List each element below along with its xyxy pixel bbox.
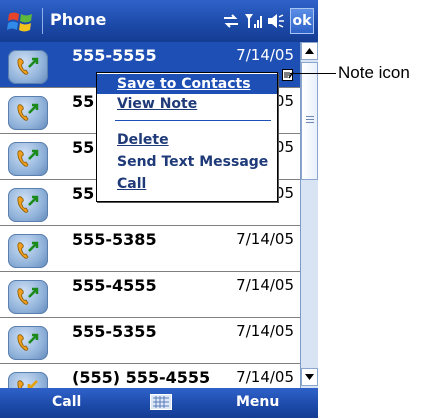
- call-date: 7/14/05: [236, 230, 294, 248]
- grip-line: [306, 116, 314, 117]
- outgoing-call-icon: [8, 96, 48, 130]
- menu-item-call[interactable]: Call: [97, 174, 277, 194]
- menu-item-save-to-contacts[interactable]: Save to Contacts: [97, 74, 277, 94]
- left-softkey-call[interactable]: Call: [52, 394, 81, 410]
- outgoing-call-icon: [8, 326, 48, 360]
- menu-item-send-text-message[interactable]: Send Text Message: [97, 152, 277, 172]
- menu-item-label: Call: [117, 176, 147, 192]
- outgoing-call-icon: [8, 188, 48, 222]
- connectivity-icon[interactable]: [222, 12, 240, 34]
- signal-icon[interactable]: [244, 12, 264, 34]
- call-date: 7/14/05: [236, 322, 294, 340]
- scroll-up-button[interactable]: [301, 42, 318, 60]
- callout-label: Note icon: [338, 63, 410, 82]
- scroll-down-button[interactable]: [301, 368, 318, 386]
- volume-icon[interactable]: [267, 12, 285, 34]
- call-number: 555-5555: [72, 46, 157, 65]
- grip-line: [306, 119, 314, 120]
- call-row[interactable]: 555-5355 7/14/05: [0, 318, 300, 364]
- call-number: 55: [72, 184, 95, 203]
- arrow-up-icon: [305, 48, 314, 54]
- menu-bar: Call Menu: [0, 388, 318, 418]
- menu-item-label: Delete: [117, 132, 169, 148]
- vertical-scrollbar[interactable]: [300, 42, 318, 388]
- title-separator: [42, 8, 43, 34]
- right-softkey-menu[interactable]: Menu: [236, 394, 279, 410]
- menu-item-label: Save to Contacts: [117, 76, 251, 92]
- call-row[interactable]: 555-4555 7/14/05: [0, 272, 300, 318]
- callout-line: [290, 73, 336, 74]
- menu-item-view-note[interactable]: View Note: [97, 94, 277, 114]
- call-row[interactable]: 555-5385 7/14/05: [0, 226, 300, 272]
- call-number: (555) 555-4555: [72, 368, 211, 387]
- call-number: 55: [72, 138, 95, 157]
- app-title: Phone: [50, 10, 107, 29]
- phone-screen: Phone ok 555-5555 7/14/05 55 05 55 05 55…: [0, 0, 318, 418]
- menu-item-label: View Note: [117, 96, 198, 112]
- outgoing-call-icon: [8, 280, 48, 314]
- call-date: 7/14/05: [236, 276, 294, 294]
- outgoing-call-icon: [8, 142, 48, 176]
- arrow-down-icon: [305, 374, 314, 380]
- keyboard-icon[interactable]: [150, 394, 172, 410]
- scroll-thumb[interactable]: [301, 62, 318, 180]
- grip-line: [306, 122, 314, 123]
- call-number: 555-4555: [72, 276, 157, 295]
- call-number: 555-5355: [72, 322, 157, 341]
- menu-separator: [115, 120, 271, 121]
- context-menu: Save to Contacts View Note Delete Send T…: [96, 72, 278, 202]
- outgoing-call-icon: [8, 50, 48, 84]
- menu-item-label: Send Text Message: [117, 154, 269, 170]
- windows-flag-icon[interactable]: [6, 8, 36, 36]
- menu-item-delete[interactable]: Delete: [97, 130, 277, 150]
- call-number: 555-5385: [72, 230, 157, 249]
- title-bar: Phone ok: [0, 0, 318, 42]
- call-number: 55: [72, 92, 95, 111]
- outgoing-call-icon: [8, 234, 48, 268]
- call-date: 7/14/05: [236, 368, 294, 386]
- call-date: 7/14/05: [236, 46, 294, 64]
- ok-button[interactable]: ok: [290, 8, 314, 34]
- note-icon: [282, 66, 294, 81]
